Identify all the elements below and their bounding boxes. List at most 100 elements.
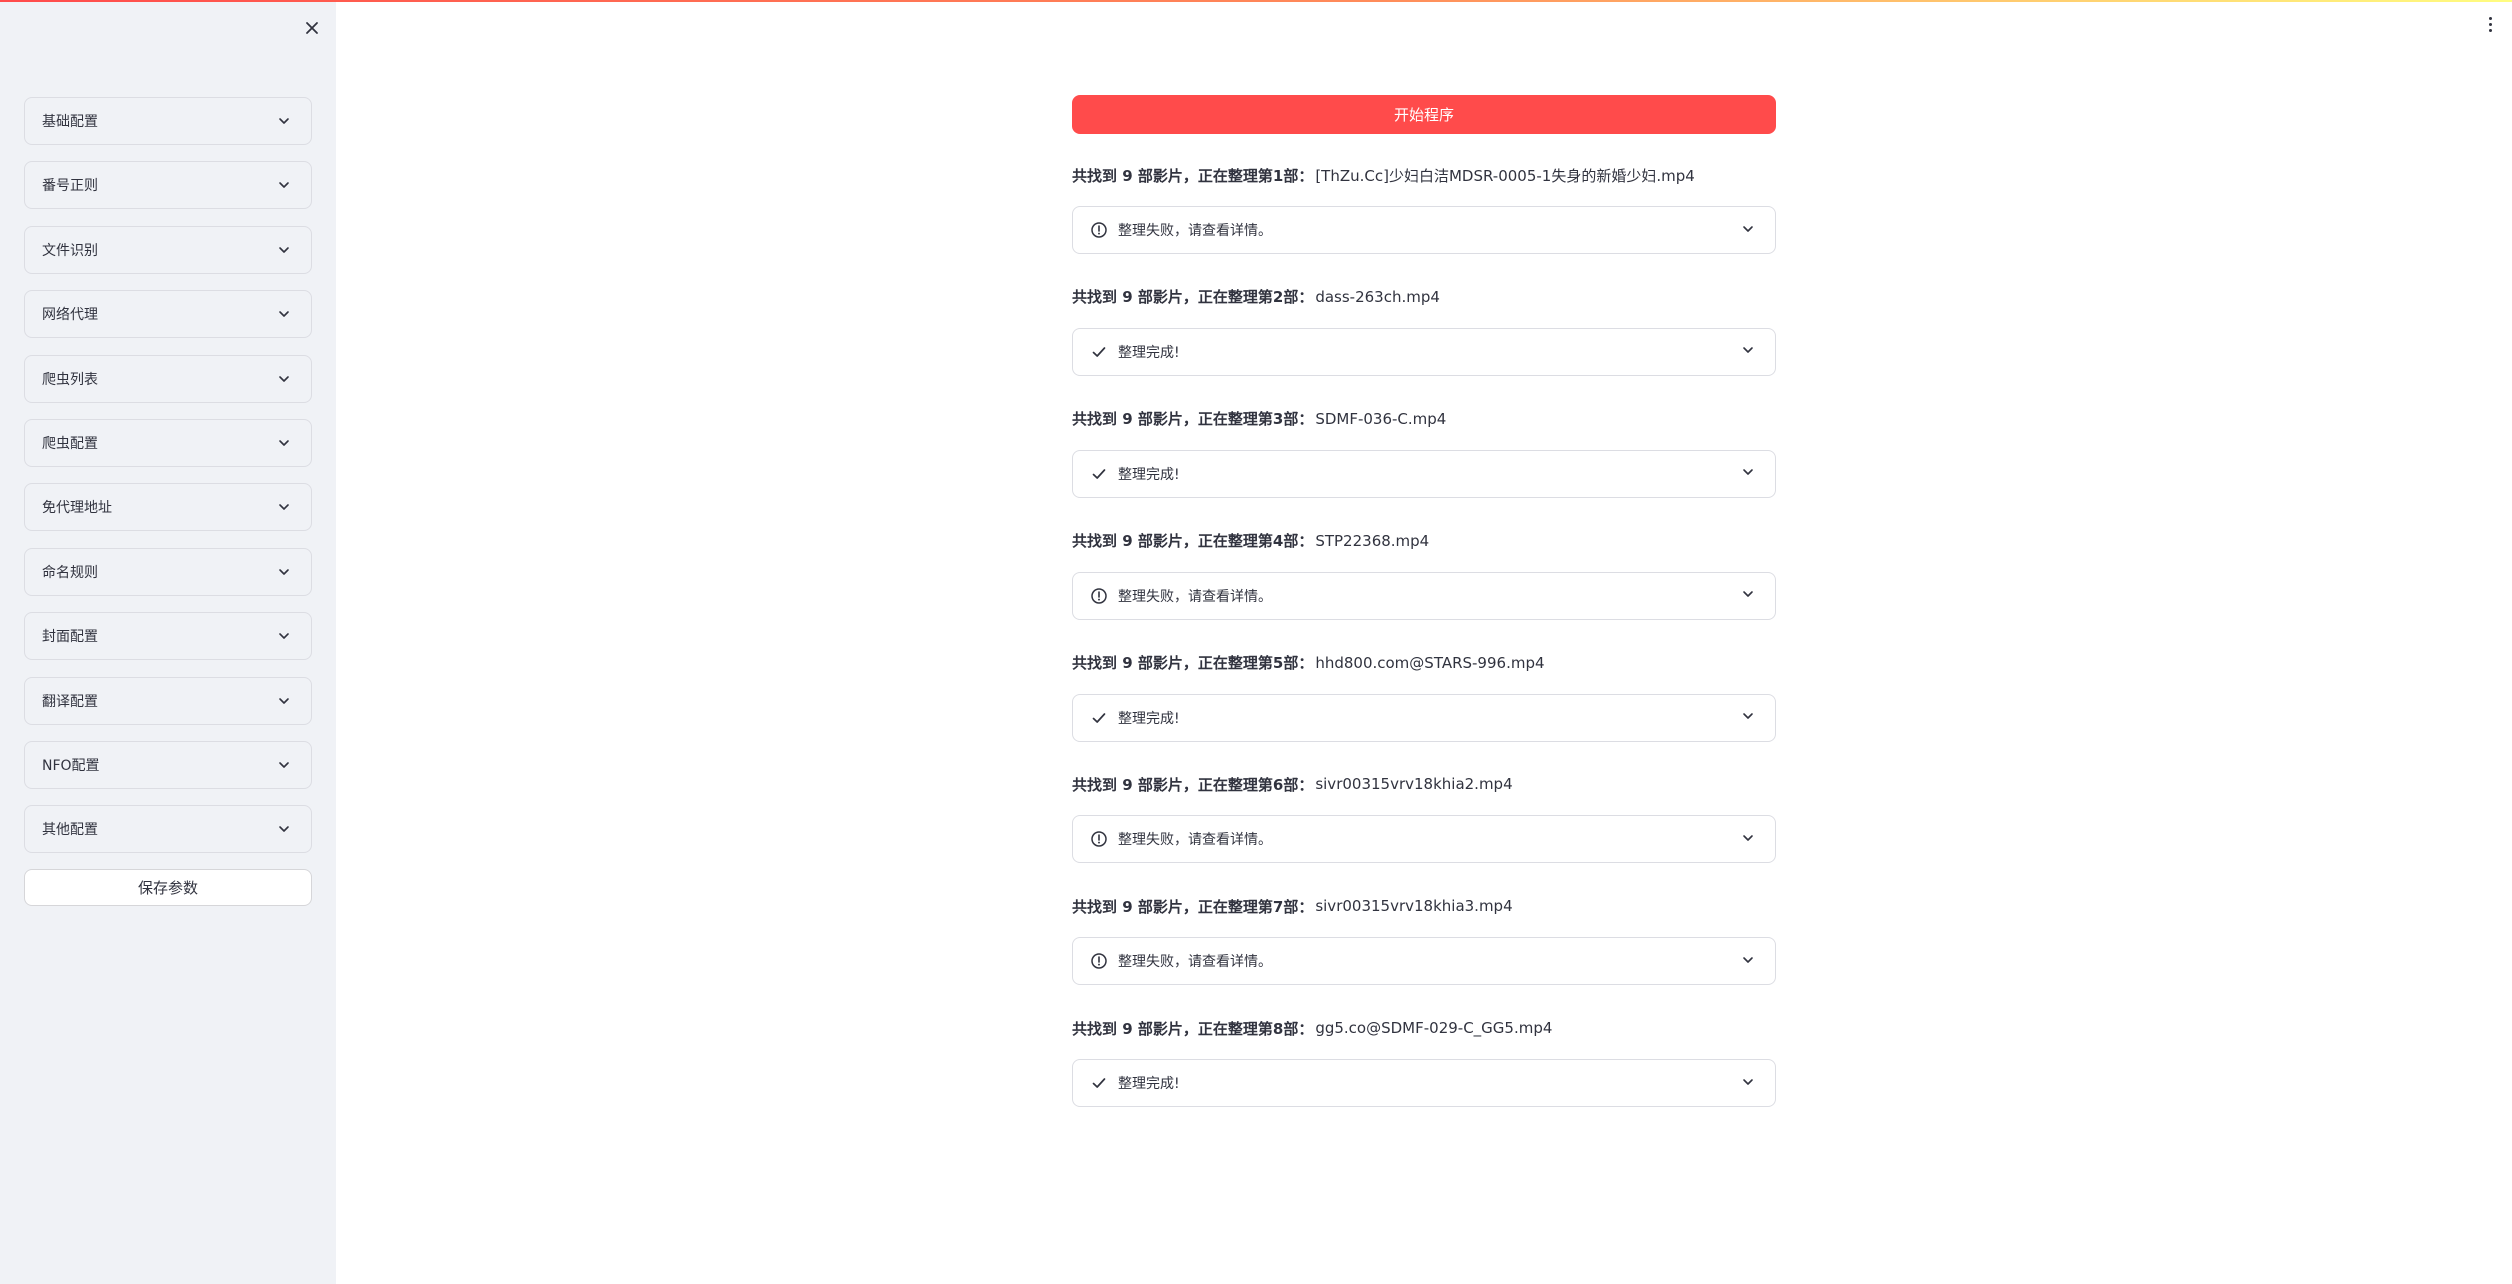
sidebar-expander-label: 封面配置: [42, 629, 98, 646]
progress-entry-prefix: 共找到 9 部影片，正在整理第2部：: [1072, 288, 1314, 307]
sidebar-expander[interactable]: 网络代理: [24, 290, 312, 339]
sidebar-expander[interactable]: 文件识别: [24, 225, 312, 274]
result-message: 整理完成!: [1118, 466, 1180, 483]
sidebar-expander[interactable]: NFO配置: [24, 740, 312, 789]
result-message: 整理失败，请查看详情。: [1118, 588, 1272, 605]
result-message: 整理失败，请查看详情。: [1118, 954, 1272, 971]
chevron-down-icon: [279, 182, 289, 189]
top-decoration-bar: [0, 0, 2512, 2]
sidebar-expander-label: 翻译配置: [42, 693, 98, 710]
progress-entry-filename: hhd800.com@STARS-996.mp4: [1315, 653, 1545, 672]
chevron-down-icon: [279, 440, 289, 446]
check-icon: [1092, 712, 1106, 723]
result-status: 整理失败，请查看详情。: [1090, 220, 1272, 240]
chevron-down-icon: [279, 633, 289, 639]
progress-entry-filename: gg5.co@SDMF-029-C_GG5.mp4: [1315, 1019, 1553, 1038]
progress-entry-title: 共找到 9 部影片，正在整理第2部： dass-263ch.mp4: [1072, 283, 1776, 311]
chevron-down-icon: [1743, 957, 1753, 963]
result-expander[interactable]: 整理完成!: [1072, 1059, 1776, 1108]
close-sidebar-button[interactable]: [299, 15, 325, 41]
sidebar-expander-label: 命名规则: [42, 564, 98, 581]
error-circle-icon: [1091, 953, 1107, 970]
progress-entry-prefix: 共找到 9 部影片，正在整理第6部：: [1072, 775, 1314, 794]
result-message: 整理完成!: [1118, 710, 1180, 727]
expander-chevron: [1741, 830, 1755, 849]
result-expander[interactable]: 整理失败，请查看详情。: [1072, 815, 1776, 864]
sidebar-expander-label: 网络代理: [42, 307, 98, 324]
chevron-down-icon: [279, 504, 289, 511]
chevron-down-icon: [1743, 1078, 1753, 1085]
progress-entry: 共找到 9 部影片，正在整理第1部： [ThZu.Cc]少妇白洁MDSR-0005…: [1072, 161, 1776, 283]
progress-entry-filename: [ThZu.Cc]少妇白洁MDSR-0005-1失身的新婚少妇.mp4: [1315, 166, 1695, 185]
result-expander[interactable]: 整理失败，请查看详情。: [1072, 571, 1776, 620]
result-expander[interactable]: 整理完成!: [1072, 693, 1776, 742]
sidebar-expander-label: 爬虫配置: [42, 435, 98, 452]
check-icon: [1092, 468, 1106, 479]
progress-entry-title: 共找到 9 部影片，正在整理第7部： sivr00315vrv18khia3.mp…: [1072, 892, 1776, 920]
expander-chevron: [1741, 708, 1755, 727]
sidebar-expander[interactable]: 免代理地址: [24, 483, 312, 532]
sidebar-expander[interactable]: 番号正则: [24, 161, 312, 210]
result-status: 整理失败，请查看详情。: [1090, 829, 1272, 849]
progress-entry: 共找到 9 部影片，正在整理第3部： SDMF-036-C.mp4 整理完成!: [1072, 405, 1776, 527]
progress-entry-filename: SDMF-036-C.mp4: [1315, 409, 1447, 428]
sidebar-expander[interactable]: 封面配置: [24, 612, 312, 661]
progress-entry-title: 共找到 9 部影片，正在整理第3部： SDMF-036-C.mp4: [1072, 405, 1776, 433]
progress-entry: 共找到 9 部影片，正在整理第6部： sivr00315vrv18khia2.mp…: [1072, 770, 1776, 892]
sidebar-config-list: 基础配置番号正则文件识别网络代理爬虫列表爬虫配置免代理地址命名规则封面配置翻译配…: [24, 97, 312, 906]
progress-entry-prefix: 共找到 9 部影片，正在整理第4部：: [1072, 532, 1314, 551]
progress-entry-title: 共找到 9 部影片，正在整理第6部： sivr00315vrv18khia2.mp…: [1072, 770, 1776, 798]
result-message: 整理完成!: [1118, 344, 1180, 361]
chevron-down-icon: [1743, 835, 1753, 841]
chevron-down-icon: [1743, 713, 1753, 719]
error-circle-icon: [1091, 222, 1107, 238]
chevron-down-icon: [1743, 347, 1753, 354]
result-expander[interactable]: 整理失败，请查看详情。: [1072, 206, 1776, 254]
expander-chevron: [1741, 221, 1755, 240]
progress-entry-prefix: 共找到 9 部影片，正在整理第5部：: [1072, 654, 1314, 673]
progress-entry-filename: dass-263ch.mp4: [1315, 287, 1440, 306]
sidebar-expander-label: 基础配置: [42, 114, 98, 130]
chevron-down-icon: [279, 826, 289, 833]
result-status: 整理完成!: [1090, 342, 1180, 362]
expander-chevron: [1741, 464, 1755, 483]
result-expander[interactable]: 整理完成!: [1072, 449, 1776, 498]
save-settings-button[interactable]: 保存参数: [24, 868, 312, 906]
sidebar-expander[interactable]: 其他配置: [24, 805, 312, 854]
sidebar-expander-label: 爬虫列表: [42, 371, 98, 388]
check-icon: [1092, 347, 1106, 357]
sidebar-expander[interactable]: 爬虫列表: [24, 354, 312, 403]
main-menu-button[interactable]: [2484, 14, 2496, 34]
chevron-down-icon: [1743, 225, 1753, 232]
sidebar-expander-label: 文件识别: [42, 242, 98, 259]
sidebar-expander-label: 其他配置: [42, 822, 98, 839]
sidebar-expander[interactable]: 爬虫配置: [24, 418, 312, 467]
sidebar-expander[interactable]: 基础配置: [24, 97, 312, 145]
chevron-down-icon: [1743, 469, 1753, 476]
sidebar-expander-label: 免代理地址: [42, 500, 112, 517]
progress-entry: 共找到 9 部影片，正在整理第4部： STP22368.mp4 整理失败，请查看详情…: [1072, 527, 1776, 649]
start-program-button[interactable]: 开始程序: [1072, 95, 1776, 134]
result-status: 整理失败，请查看详情。: [1090, 951, 1272, 971]
progress-entry-prefix: 共找到 9 部影片，正在整理第8部：: [1072, 1019, 1314, 1038]
progress-entry-filename: sivr00315vrv18khia2.mp4: [1315, 775, 1513, 794]
chevron-down-icon: [279, 311, 289, 317]
progress-entry: 共找到 9 部影片，正在整理第5部： hhd800.com@STARS-996.m…: [1072, 649, 1776, 771]
main-content: 开始程序 共找到 9 部影片，正在整理第1部： [ThZu.Cc]少妇白洁MDSR…: [1072, 95, 1776, 1136]
progress-entry-title: 共找到 9 部影片，正在整理第4部： STP22368.mp4: [1072, 527, 1776, 555]
progress-entry-title: 共找到 9 部影片，正在整理第5部： hhd800.com@STARS-996.m…: [1072, 649, 1776, 677]
expander-chevron: [1741, 952, 1755, 971]
result-expander[interactable]: 整理完成!: [1072, 327, 1776, 376]
error-circle-icon: [1091, 587, 1107, 604]
chevron-down-icon: [279, 375, 289, 382]
sidebar-expander-label: 番号正则: [42, 178, 98, 195]
error-circle-icon: [1091, 831, 1107, 848]
check-icon: [1092, 1078, 1106, 1089]
sidebar-expander-label: NFO配置: [42, 757, 100, 774]
sidebar-expander[interactable]: 命名规则: [24, 547, 312, 596]
result-expander[interactable]: 整理失败，请查看详情。: [1072, 937, 1776, 986]
chevron-down-icon: [279, 697, 289, 704]
sidebar-expander[interactable]: 翻译配置: [24, 676, 312, 725]
progress-entry-prefix: 共找到 9 部影片，正在整理第1部：: [1072, 166, 1314, 185]
kebab-menu-icon-dot: [2488, 16, 2492, 20]
